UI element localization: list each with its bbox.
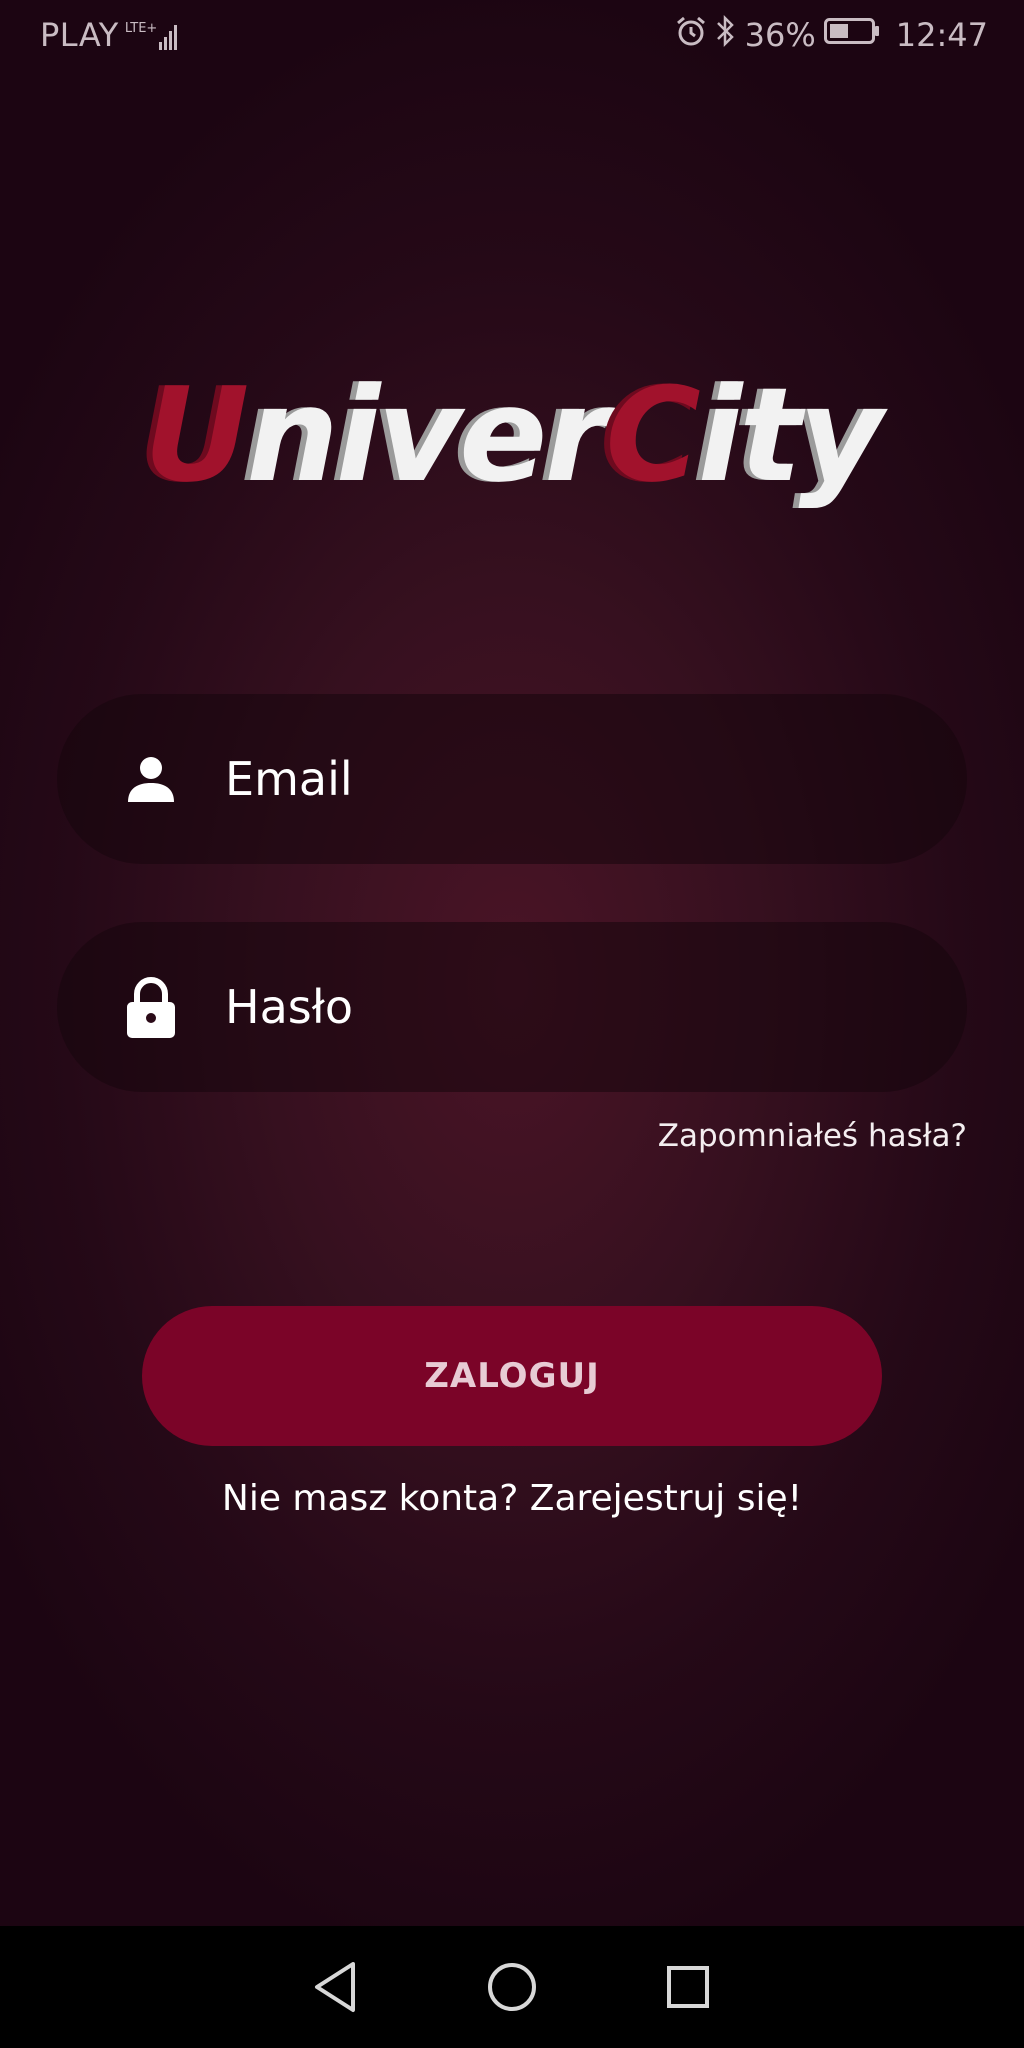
network-type: LTE+: [124, 20, 158, 36]
clock: 12:47: [895, 16, 988, 54]
home-icon[interactable]: [472, 1947, 552, 2027]
logo-text-ity: ity: [697, 359, 883, 511]
alarm-icon: [675, 15, 707, 55]
signal-icon: [159, 20, 181, 50]
forgot-password-link[interactable]: Zapomniałeś hasła?: [658, 1118, 967, 1154]
status-bar: PLAY LTE+ 36% 12:47: [0, 0, 1024, 70]
battery-percentage: 36%: [744, 16, 816, 54]
battery-icon: [823, 16, 882, 54]
navigation-bar: [0, 1926, 1024, 2048]
app-logo: UniverCity: [0, 360, 1024, 510]
login-button[interactable]: ZALOGUJ: [142, 1306, 882, 1446]
logo-text-niver: niver: [246, 359, 608, 511]
logo-letter-u: U: [143, 359, 250, 511]
password-placeholder: Hasło: [225, 980, 353, 1034]
status-right: 36% 12:47: [667, 14, 988, 56]
bluetooth-icon: [715, 14, 737, 56]
logo-letter-c: C: [605, 359, 700, 511]
status-left: PLAY LTE+: [40, 16, 181, 54]
recents-icon[interactable]: [648, 1947, 728, 2027]
back-icon[interactable]: [296, 1947, 376, 2027]
carrier-name: PLAY: [40, 16, 119, 54]
person-icon: [123, 749, 179, 809]
password-field[interactable]: Hasło: [57, 922, 967, 1092]
lock-icon: [123, 977, 179, 1038]
email-field[interactable]: Email: [57, 694, 967, 864]
email-placeholder: Email: [225, 752, 353, 806]
register-link[interactable]: Nie masz konta? Zarejestruj się!: [0, 1478, 1024, 1519]
